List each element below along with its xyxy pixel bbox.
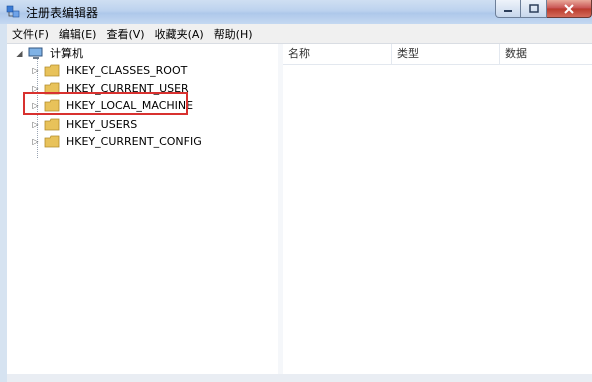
- client-area: ◢ 计算机 ▷ HKEY_CLASSES_ROOT ▷ HKEY_CURRENT…: [7, 44, 592, 382]
- tree-item-label: HKEY_USERS: [66, 117, 138, 131]
- title-bar[interactable]: 注册表编辑器: [0, 0, 592, 24]
- status-bar: [7, 374, 592, 382]
- tree-item-hkcc[interactable]: ▷ HKEY_CURRENT_CONFIG: [31, 133, 202, 149]
- menu-view[interactable]: 查看(V): [101, 26, 149, 42]
- expand-arrow-icon[interactable]: ▷: [31, 137, 40, 146]
- window-controls: [495, 0, 592, 19]
- tree-item-hku[interactable]: ▷ HKEY_USERS: [31, 116, 137, 132]
- column-header-type[interactable]: 类型: [392, 44, 500, 64]
- folder-icon: [44, 118, 60, 130]
- values-list-pane[interactable]: 名称 类型 数据: [283, 44, 592, 374]
- maximize-icon: [528, 4, 539, 13]
- tree-item-hkcr[interactable]: ▷ HKEY_CLASSES_ROOT: [31, 62, 187, 78]
- expand-arrow-icon[interactable]: ▷: [31, 66, 40, 75]
- column-header-name[interactable]: 名称: [283, 44, 392, 64]
- tree-item-label: HKEY_CURRENT_CONFIG: [66, 134, 202, 148]
- window-title: 注册表编辑器: [26, 6, 99, 20]
- folder-icon: [44, 135, 60, 147]
- list-column-headers: 名称 类型 数据: [283, 44, 592, 65]
- tree-root-computer[interactable]: ◢ 计算机: [15, 45, 83, 61]
- tree-item-label: HKEY_CLASSES_ROOT: [66, 63, 188, 77]
- folder-icon: [44, 64, 60, 76]
- collapse-arrow-icon[interactable]: ◢: [15, 49, 24, 58]
- menu-file[interactable]: 文件(F): [7, 26, 54, 42]
- close-icon: [564, 3, 574, 14]
- tree-root-label: 计算机: [50, 47, 83, 60]
- regedit-app-icon: [6, 5, 20, 18]
- key-tree-pane[interactable]: ◢ 计算机 ▷ HKEY_CLASSES_ROOT ▷ HKEY_CURRENT…: [7, 44, 279, 374]
- minimize-icon: [504, 9, 512, 12]
- computer-icon: [28, 47, 43, 59]
- close-button[interactable]: [547, 0, 592, 18]
- menu-favorites[interactable]: 收藏夹(A): [150, 26, 209, 42]
- highlight-box: [23, 92, 188, 115]
- expand-arrow-icon[interactable]: ▷: [31, 120, 40, 129]
- menu-edit[interactable]: 编辑(E): [54, 26, 102, 42]
- maximize-button[interactable]: [521, 0, 547, 18]
- minimize-button[interactable]: [495, 0, 521, 18]
- menu-bar: 文件(F) 编辑(E) 查看(V) 收藏夹(A) 帮助(H): [7, 24, 592, 44]
- menu-help[interactable]: 帮助(H): [209, 26, 258, 42]
- column-header-data[interactable]: 数据: [500, 44, 592, 64]
